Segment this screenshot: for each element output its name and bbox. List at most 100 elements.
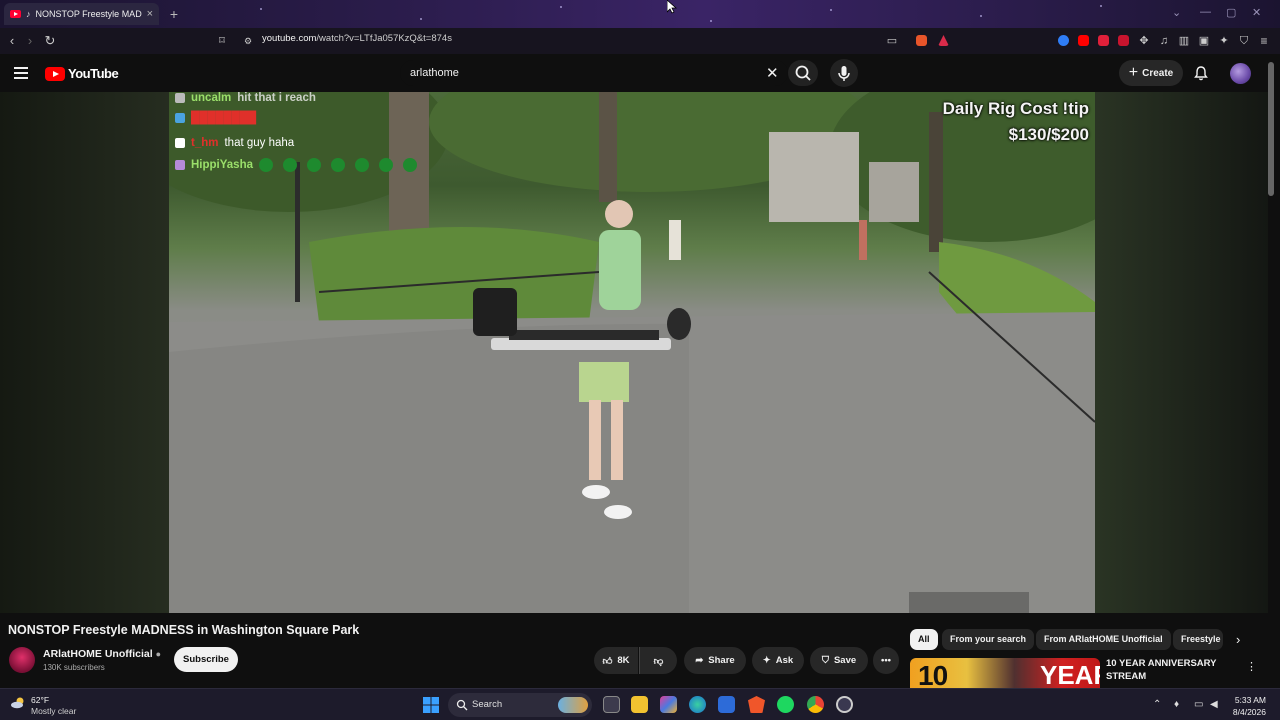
chrome-icon[interactable] (807, 696, 824, 713)
account-avatar[interactable] (1230, 63, 1251, 84)
cast-icon[interactable]: ▭ (884, 33, 900, 49)
emote-icon (379, 158, 393, 172)
youtube-play-icon (45, 66, 65, 81)
youtube-logo[interactable]: YouTube (45, 66, 119, 81)
clock-date: 8/4/2026 (1232, 707, 1266, 717)
extensions-puzzle-icon[interactable]: ✥ (1136, 33, 1152, 49)
like-count: 8K (617, 655, 630, 666)
extension-blue-icon[interactable] (1058, 35, 1069, 46)
minimize-icon[interactable]: — (1200, 6, 1211, 18)
search-value: arlathome (410, 67, 459, 79)
reload-icon[interactable]: ↻ (42, 33, 58, 49)
browser-tab-strip: ♪ NONSTOP Freestyle MADNESS × + ⌄ — ▢ ✕ (0, 0, 1280, 28)
wallet-icon[interactable]: ▣ (1196, 33, 1212, 49)
menu-icon[interactable]: ≡ (1256, 33, 1272, 49)
extension-red-icon[interactable] (1098, 35, 1109, 46)
leo-ai-icon[interactable]: ✦ (1216, 33, 1232, 49)
dislike-button[interactable]: 👎︎ (639, 647, 677, 674)
tray-display-icon[interactable]: ▭ (1194, 699, 1203, 710)
chevron-down-icon[interactable]: ⌄ (1172, 6, 1181, 19)
site-settings-icon[interactable]: ⚙ (240, 33, 256, 49)
more-actions-button[interactable]: ••• (873, 647, 899, 674)
share-icon: ➦ (695, 655, 704, 666)
taskbar-clock[interactable]: 5:33 AM 8/4/2026 (1222, 694, 1266, 718)
bookmark-icon[interactable]: ⌑ (214, 33, 230, 49)
window-close-icon[interactable]: ✕ (1252, 6, 1261, 19)
brave-rewards-icon[interactable] (938, 35, 949, 46)
tab-title: NONSTOP Freestyle MADNESS (35, 9, 142, 19)
music-icon[interactable]: ♫ (1156, 33, 1172, 49)
brave-shield-icon[interactable] (916, 35, 927, 46)
search-input[interactable]: arlathome ✕ (400, 60, 788, 86)
video-player[interactable]: uncalm hit that i reach ████████ t_hm th… (169, 92, 1095, 613)
microsoft-store-icon[interactable] (718, 696, 735, 713)
task-view-icon[interactable] (603, 696, 620, 713)
maximize-icon[interactable]: ▢ (1226, 6, 1236, 19)
ask-button[interactable]: ✦ Ask (752, 647, 804, 674)
chip-all[interactable]: All (910, 629, 938, 650)
save-button[interactable]: ⛉ Save (810, 647, 868, 674)
tray-volume-icon[interactable]: ◀ (1210, 699, 1218, 710)
video-left-backdrop (0, 92, 169, 613)
rig-cost-overlay: Daily Rig Cost !tip $130/$200 (943, 96, 1089, 148)
chat-message: t_hm that guy haha (175, 137, 294, 149)
chat-text: that guy haha (224, 137, 295, 149)
chip-from-channel[interactable]: From ARlatHOME Unofficial (1036, 629, 1171, 650)
address-bar[interactable]: youtube.com/watch?v=LTfJa057KzQ&t=874s (262, 33, 452, 44)
tray-chevron-up-icon[interactable]: ⌃ (1153, 699, 1161, 710)
guide-menu-icon[interactable] (14, 67, 28, 79)
voice-search-button[interactable] (830, 59, 858, 87)
emote-icon (283, 158, 297, 172)
share-button[interactable]: ➦ Share (684, 647, 746, 674)
more-vertical-icon[interactable]: ⋮ (1246, 660, 1257, 673)
brave-browser-icon[interactable] (748, 696, 765, 713)
recommendation-thumbnail[interactable]: 10 YEAR (910, 658, 1100, 688)
thumbs-up-icon: 👍︎ (602, 655, 613, 667)
taskbar-search-label: Search (472, 699, 503, 710)
obs-icon[interactable] (836, 696, 853, 713)
clear-search-icon[interactable]: ✕ (766, 64, 779, 82)
emote-icon (403, 158, 417, 172)
sparkle-icon: ✦ (762, 655, 771, 666)
like-button[interactable]: 👍︎ 8K (594, 647, 638, 674)
chat-user: ████████ (191, 112, 257, 124)
file-explorer-icon[interactable] (631, 696, 648, 713)
sidebar-icon[interactable]: ▥ (1176, 33, 1192, 49)
chat-message: uncalm hit that i reach (175, 92, 316, 104)
chip-freestyle[interactable]: Freestyle (1173, 629, 1223, 650)
thumbnail-text-right: YEAR (1040, 660, 1100, 688)
chip-from-your-search[interactable]: From your search (942, 629, 1035, 650)
extension-youtube-icon[interactable] (1078, 35, 1089, 46)
youtube-favicon-icon (10, 10, 21, 18)
notifications-bell-icon[interactable] (1193, 65, 1209, 81)
recommendation-title[interactable]: 10 YEAR ANNIVERSARY STREAM (1106, 657, 1226, 683)
taskbar-search[interactable]: Search (448, 693, 592, 717)
spotify-icon[interactable] (777, 696, 794, 713)
search-button[interactable] (788, 60, 818, 86)
back-icon[interactable]: ‹ (4, 33, 20, 49)
channel-avatar[interactable] (9, 647, 35, 673)
edge-icon[interactable] (689, 696, 706, 713)
tray-mic-icon[interactable]: ♦ (1174, 699, 1179, 710)
channel-name[interactable]: ARlatHOME Unofficial ● (43, 648, 161, 660)
forward-icon[interactable]: › (22, 33, 38, 49)
page-scrollbar[interactable] (1268, 62, 1274, 196)
ask-label: Ask (775, 655, 794, 666)
copilot-icon[interactable] (660, 696, 677, 713)
browser-tab-active[interactable]: ♪ NONSTOP Freestyle MADNESS × (4, 3, 159, 25)
thumbnail-text-left: 10 (918, 660, 948, 688)
audio-playing-icon[interactable]: ♪ (26, 9, 31, 19)
chips-next-icon[interactable]: › (1236, 632, 1240, 647)
chat-source-icon (175, 160, 185, 170)
subscribe-button[interactable]: Subscribe (174, 647, 238, 672)
chat-message: ████████ (175, 112, 256, 124)
tab-close-icon[interactable]: × (147, 8, 153, 20)
extension-red2-icon[interactable] (1118, 35, 1129, 46)
create-button[interactable]: + Create (1119, 60, 1183, 86)
youtube-header: YouTube arlathome ✕ + Create (0, 54, 1280, 92)
new-tab-button[interactable]: + (166, 6, 182, 22)
windows-start-icon[interactable] (423, 697, 439, 713)
windows-taskbar: 62°F Mostly clear Search ⌃ ♦ ▭ ◀ 5:33 AM… (0, 688, 1280, 720)
vpn-shield-icon[interactable]: ⛉ (1236, 33, 1252, 49)
chat-user: t_hm (191, 137, 219, 149)
